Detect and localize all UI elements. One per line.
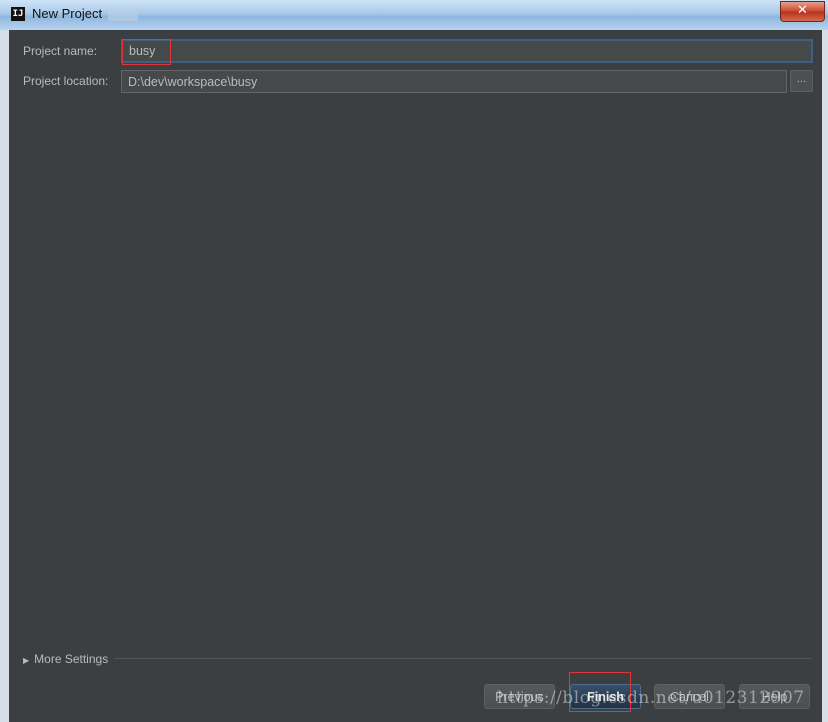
project-name-field[interactable] xyxy=(121,39,813,63)
window-right-border xyxy=(822,30,828,722)
project-location-label: Project location: xyxy=(23,74,109,88)
expand-triangle-icon: ▶ xyxy=(23,656,30,665)
window-left-border xyxy=(0,30,9,722)
title-blur-decoration xyxy=(108,9,138,21)
more-settings-separator xyxy=(114,658,812,659)
project-name-label: Project name: xyxy=(23,44,98,58)
project-name-highlight xyxy=(122,39,171,65)
new-project-window: IJ New Project ✕ Project name: Project l… xyxy=(0,0,828,722)
window-title: New Project xyxy=(32,6,103,21)
more-settings-label: More Settings xyxy=(34,652,109,666)
dialog-content: Project name: Project location: D:\dev\w… xyxy=(9,30,822,722)
more-settings-toggle[interactable]: ▶ More Settings xyxy=(23,652,108,666)
title-bar[interactable]: IJ New Project ✕ xyxy=(0,0,828,31)
watermark-text: https://blog.csdn.net/u012312907 xyxy=(497,688,805,708)
project-location-field[interactable]: D:\dev\workspace\busy xyxy=(121,70,787,93)
project-name-input[interactable] xyxy=(129,44,811,58)
intellij-app-icon: IJ xyxy=(11,7,25,21)
browse-button[interactable]: ... xyxy=(790,70,813,92)
close-button[interactable]: ✕ xyxy=(780,1,825,22)
